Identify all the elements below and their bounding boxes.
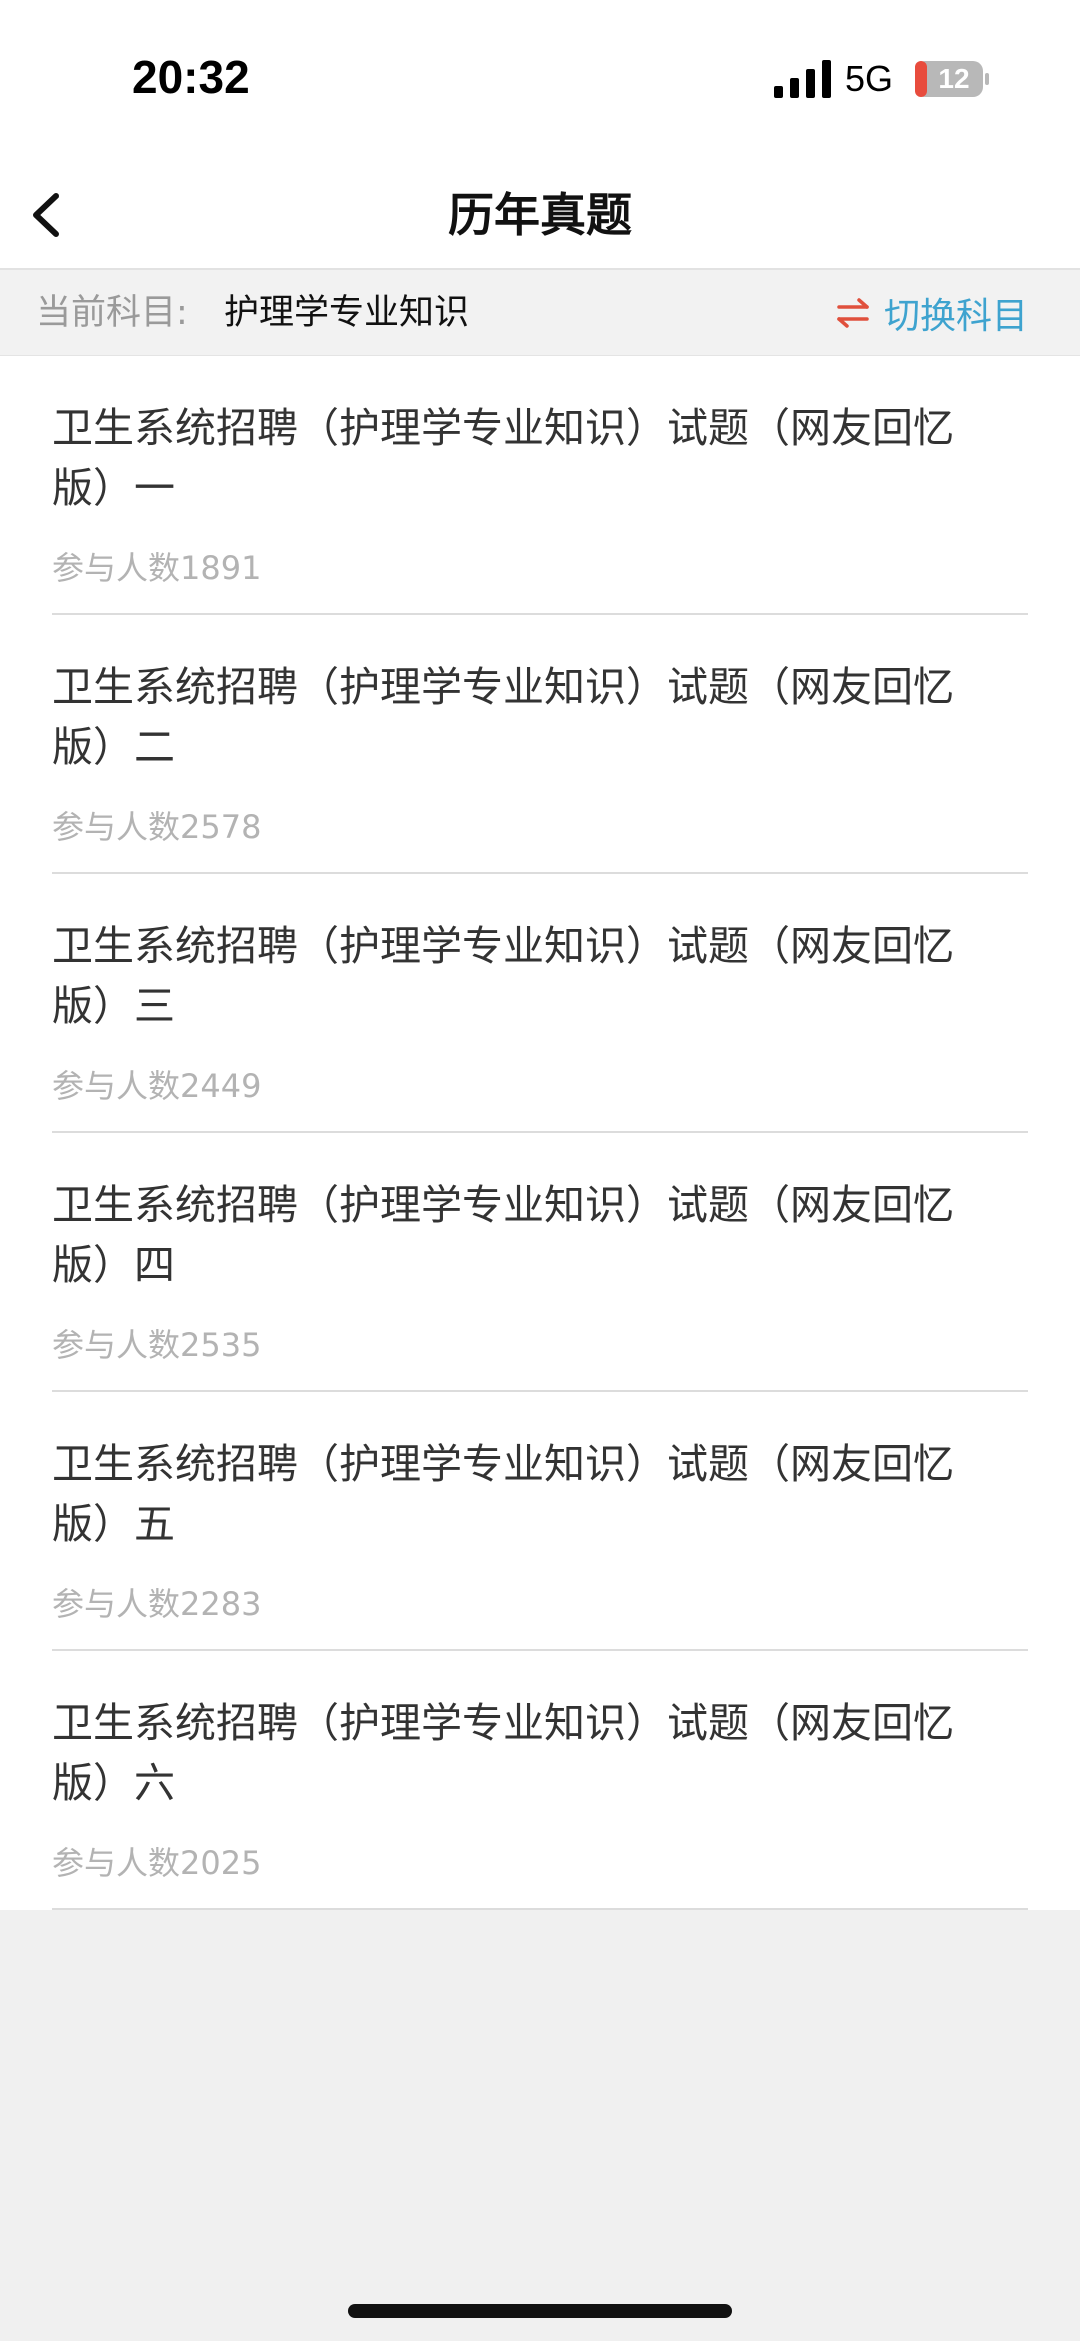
exam-list-item[interactable]: 卫生系统招聘（护理学专业知识）试题（网友回忆版）三 参与人数2449 [52,874,1028,1133]
chevron-left-icon [33,193,59,237]
exam-participant-count: 参与人数1891 [52,549,262,587]
exam-participant-count: 参与人数2025 [52,1844,262,1882]
exam-participant-count: 参与人数2578 [52,808,262,846]
exam-title: 卫生系统招聘（护理学专业知识）试题（网友回忆版）二 [52,663,954,771]
exam-participant-count: 参与人数2283 [52,1585,262,1623]
status-bar: 20:32 5G 12 [0,0,1080,160]
exam-participant-count: 参与人数2535 [52,1326,262,1364]
exam-list: 卫生系统招聘（护理学专业知识）试题（网友回忆版）一 参与人数1891 卫生系统招… [0,356,1080,1910]
status-time: 20:32 [132,51,250,103]
home-indicator[interactable] [348,2304,732,2318]
nav-bar: 历年真题 [0,160,1080,270]
subject-label: 当前科目: [36,293,188,333]
exam-title: 卫生系统招聘（护理学专业知识）试题（网友回忆版）一 [52,404,954,512]
exam-list-item[interactable]: 卫生系统招聘（护理学专业知识）试题（网友回忆版）五 参与人数2283 [52,1392,1028,1651]
exam-list-item[interactable]: 卫生系统招聘（护理学专业知识）试题（网友回忆版）二 参与人数2578 [52,615,1028,874]
exam-title: 卫生系统招聘（护理学专业知识）试题（网友回忆版）六 [52,1699,954,1807]
exam-title: 卫生系统招聘（护理学专业知识）试题（网友回忆版）三 [52,922,954,1030]
switch-subject-label: 切换科目 [883,296,1028,337]
exam-participant-count: 参与人数2449 [52,1067,262,1105]
exam-title: 卫生系统招聘（护理学专业知识）试题（网友回忆版）四 [52,1181,954,1289]
subject-value: 护理学专业知识 [224,293,470,333]
page-title: 历年真题 [448,188,632,242]
exam-list-item[interactable]: 卫生系统招聘（护理学专业知识）试题（网友回忆版）一 参与人数1891 [52,356,1028,615]
exam-list-item[interactable]: 卫生系统招聘（护理学专业知识）试题（网友回忆版）四 参与人数2535 [52,1133,1028,1392]
back-button[interactable] [16,180,86,250]
switch-subject-button[interactable]: 切换科目 [836,270,1028,356]
network-label: 5G [845,58,894,99]
swap-arrows-icon [837,298,869,328]
exam-title: 卫生系统招聘（护理学专业知识）试题（网友回忆版）五 [52,1440,954,1548]
battery-level: 12 [938,63,970,94]
subject-bar: 当前科目: 护理学专业知识 切换科目 [0,270,1080,356]
exam-list-item[interactable]: 卫生系统招聘（护理学专业知识）试题（网友回忆版）六 参与人数2025 [52,1651,1028,1910]
signal-icon [774,60,831,98]
